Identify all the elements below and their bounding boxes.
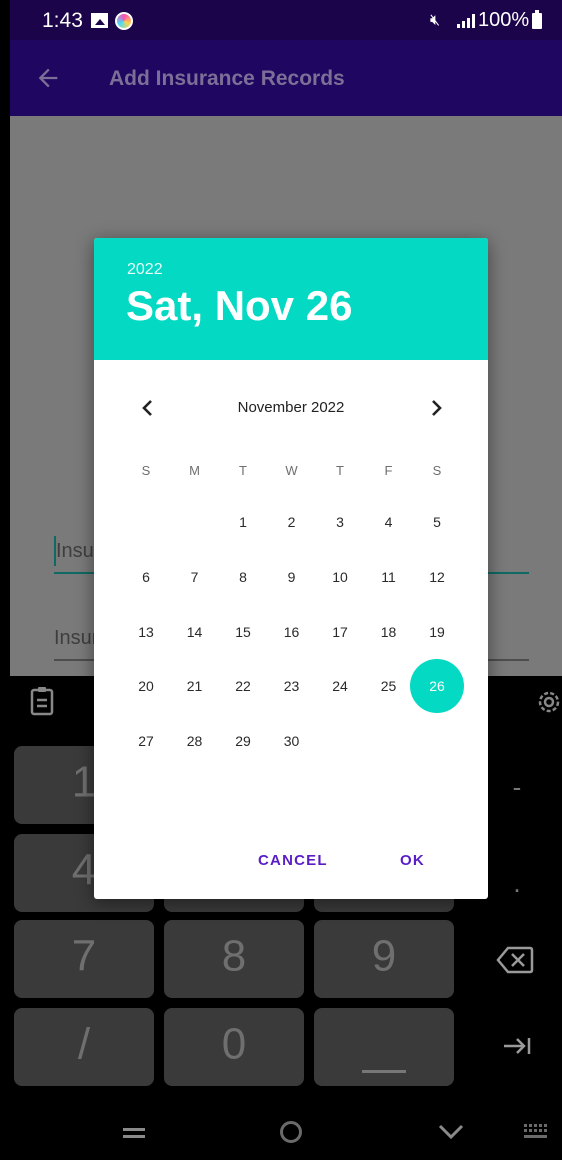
weekday-label: T [239, 463, 247, 478]
calendar-day[interactable]: 28 [168, 714, 222, 768]
key-minus-label: - [512, 772, 522, 802]
key-space[interactable] [314, 1008, 454, 1086]
calendar-day[interactable]: 5 [410, 495, 464, 549]
key-dot[interactable]: . [500, 868, 534, 899]
calendar-day[interactable]: 29 [216, 714, 270, 768]
calendar-day[interactable]: 15 [216, 605, 270, 659]
calendar-day[interactable]: 6 [119, 550, 173, 604]
signal-icon [457, 14, 475, 28]
calendar-day[interactable]: 23 [265, 659, 319, 713]
calendar-day[interactable]: 14 [168, 605, 222, 659]
calendar-day[interactable]: 24 [313, 659, 367, 713]
arrow-left-icon[interactable] [34, 64, 62, 92]
weekday-label: S [432, 463, 442, 478]
calendar-day[interactable]: 30 [265, 714, 319, 768]
calendar-day[interactable]: 27 [119, 714, 173, 768]
ok-button[interactable]: OK [400, 852, 425, 869]
calendar-day[interactable]: 2 [265, 495, 319, 549]
gallery-icon [91, 13, 108, 28]
key-slash[interactable]: / [14, 1008, 154, 1086]
chevron-down-icon[interactable] [438, 1124, 464, 1140]
calendar-day[interactable]: 18 [362, 605, 416, 659]
key-8-label: 8 [221, 931, 247, 981]
header-year[interactable]: 2022 [127, 261, 163, 279]
clipboard-icon[interactable] [30, 686, 54, 716]
key-minus[interactable]: - [500, 772, 534, 803]
key-slash-label: / [77, 1019, 91, 1069]
chevron-right-icon[interactable] [426, 398, 446, 418]
weekday-label: T [336, 463, 344, 478]
space-bar-icon [362, 1070, 406, 1073]
app-notification-icon [115, 12, 133, 30]
weekday-label: W [285, 463, 298, 478]
key-dot-label: . [513, 868, 521, 898]
key-0[interactable]: 0 [164, 1008, 304, 1086]
calendar-day[interactable]: 4 [362, 495, 416, 549]
calendar-day[interactable]: 16 [265, 605, 319, 659]
calendar-day[interactable]: 21 [168, 659, 222, 713]
status-bar: 1:43 🔇︎ 100% [10, 0, 562, 40]
key-9-label: 9 [371, 931, 397, 981]
tab-next-icon[interactable] [502, 1036, 532, 1056]
date-picker-dialog: 2022 Sat, Nov 26 November 2022 SMTWTFS 1… [94, 238, 488, 899]
calendar-day[interactable]: 1 [216, 495, 270, 549]
calendar-day[interactable]: 19 [410, 605, 464, 659]
key-7[interactable]: 7 [14, 920, 154, 998]
battery-percent: 100% [478, 9, 530, 31]
calendar-day[interactable]: 20 [119, 659, 173, 713]
key-8[interactable]: 8 [164, 920, 304, 998]
calendar-day[interactable]: 13 [119, 605, 173, 659]
weekday-label: M [189, 463, 200, 478]
weekday-label: S [141, 463, 151, 478]
key-9[interactable]: 9 [314, 920, 454, 998]
battery-icon [532, 10, 542, 29]
field2-placeholder: Insur [54, 627, 99, 649]
keyboard-icon[interactable] [524, 1124, 550, 1140]
selected-day[interactable]: 26 [410, 659, 464, 714]
weekday-label: F [384, 463, 393, 478]
calendar-day[interactable]: 10 [313, 550, 367, 604]
calendar-day[interactable]: 17 [313, 605, 367, 659]
gear-icon[interactable] [535, 688, 562, 716]
recents-icon[interactable] [123, 1128, 145, 1138]
calendar-day[interactable]: 3 [313, 495, 367, 549]
calendar-day[interactable]: 9 [265, 550, 319, 604]
key-7-label: 7 [71, 931, 97, 981]
date-picker-header: 2022 Sat, Nov 26 [94, 238, 488, 360]
header-date: Sat, Nov 26 [126, 282, 353, 329]
calendar-day[interactable]: 12 [410, 550, 464, 604]
home-icon[interactable] [280, 1121, 302, 1143]
calendar-day[interactable]: 7 [168, 550, 222, 604]
calendar-day[interactable]: 8 [216, 550, 270, 604]
key-0-label: 0 [221, 1019, 247, 1069]
page-title: Add Insurance Records [109, 67, 345, 90]
calendar-day[interactable]: 11 [362, 550, 416, 604]
calendar-day[interactable]: 22 [216, 659, 270, 713]
status-time: 1:43 [42, 9, 83, 32]
backspace-icon[interactable] [496, 944, 534, 976]
cancel-button[interactable]: CANCEL [258, 852, 328, 869]
calendar-day[interactable]: 25 [362, 659, 416, 713]
app-bar: Add Insurance Records [10, 40, 562, 116]
mute-icon: 🔇︎ [430, 12, 441, 29]
